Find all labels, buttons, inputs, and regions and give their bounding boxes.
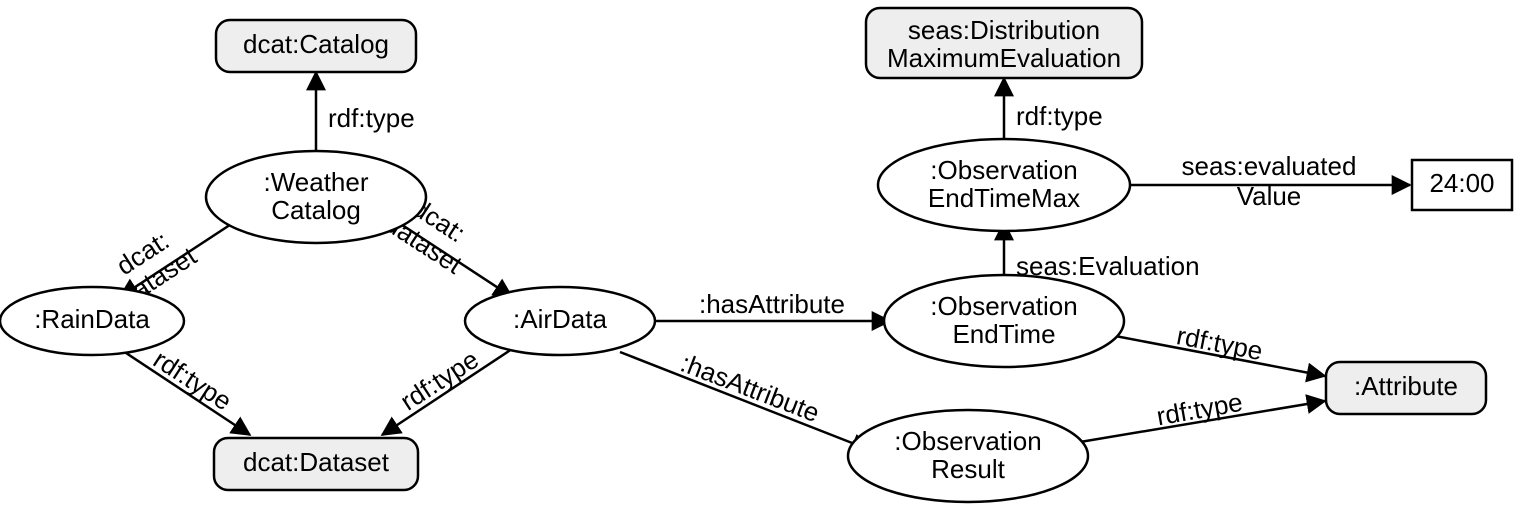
svg-text:Result: Result <box>931 454 1005 484</box>
svg-text::RainData: :RainData <box>34 304 150 334</box>
svg-text:Catalog: Catalog <box>271 195 361 225</box>
edge-wc-type-label: rdf:type <box>328 103 415 133</box>
edge-et-type-label: rdf:type <box>1174 320 1265 366</box>
node-literal-2400: 24:00 <box>1412 160 1512 210</box>
svg-text::Observation: :Observation <box>930 291 1077 321</box>
svg-text:seas:Distribution: seas:Distribution <box>908 15 1100 45</box>
edge-air-type-label: rdf:type <box>395 344 484 416</box>
node-attribute: :Attribute <box>1326 362 1486 414</box>
node-weather-catalog: :Weather Catalog <box>206 151 426 243</box>
edge-etmax-value-label-1: seas:evaluated <box>1182 151 1357 181</box>
node-rain-data: :RainData <box>0 287 184 355</box>
svg-text::Observation: :Observation <box>930 155 1077 185</box>
node-obs-result: :Observation Result <box>848 410 1088 502</box>
node-obs-end-time-max: :Observation EndTimeMax <box>878 139 1130 231</box>
node-dcat-catalog: dcat:Catalog <box>216 20 416 72</box>
node-air-data: :AirData <box>465 287 655 355</box>
svg-text:EndTimeMax: EndTimeMax <box>928 183 1080 213</box>
svg-text:rdf:type: rdf:type <box>1154 387 1245 432</box>
svg-text::Observation: :Observation <box>894 426 1041 456</box>
svg-text:dcat:Catalog: dcat:Catalog <box>243 29 389 59</box>
edge-etmax-type-label: rdf:type <box>1016 101 1103 131</box>
rdf-graph-diagram: rdf:type dcat: dataset dcat: dataset rdf… <box>0 0 1528 507</box>
edge-air-has-endtime-label: :hasAttribute <box>699 289 845 319</box>
svg-text:rdf:type: rdf:type <box>1174 320 1265 366</box>
node-obs-end-time: :Observation EndTime <box>884 275 1124 367</box>
svg-text:24:00: 24:00 <box>1429 168 1494 198</box>
svg-text:rdf:type: rdf:type <box>395 344 484 416</box>
svg-text:MaximumEvaluation: MaximumEvaluation <box>887 43 1121 73</box>
node-dcat-dataset: dcat:Dataset <box>214 438 418 490</box>
svg-text:dcat:Dataset: dcat:Dataset <box>243 447 390 477</box>
svg-text::hasAttribute: :hasAttribute <box>677 348 824 428</box>
svg-text::Weather: :Weather <box>263 167 368 197</box>
edge-result-type-label: rdf:type <box>1154 387 1245 432</box>
svg-text::Attribute: :Attribute <box>1354 371 1458 401</box>
svg-text::AirData: :AirData <box>513 304 607 334</box>
node-seas-dist-max-eval: seas:Distribution MaximumEvaluation <box>866 8 1142 78</box>
edge-rain-type-label: rdf:type <box>148 344 237 416</box>
edge-air-has-result-label: :hasAttribute <box>677 348 824 428</box>
edge-etmax-value-label-2: Value <box>1237 181 1302 211</box>
svg-text:rdf:type: rdf:type <box>148 344 237 416</box>
svg-text:EndTime: EndTime <box>952 319 1055 349</box>
